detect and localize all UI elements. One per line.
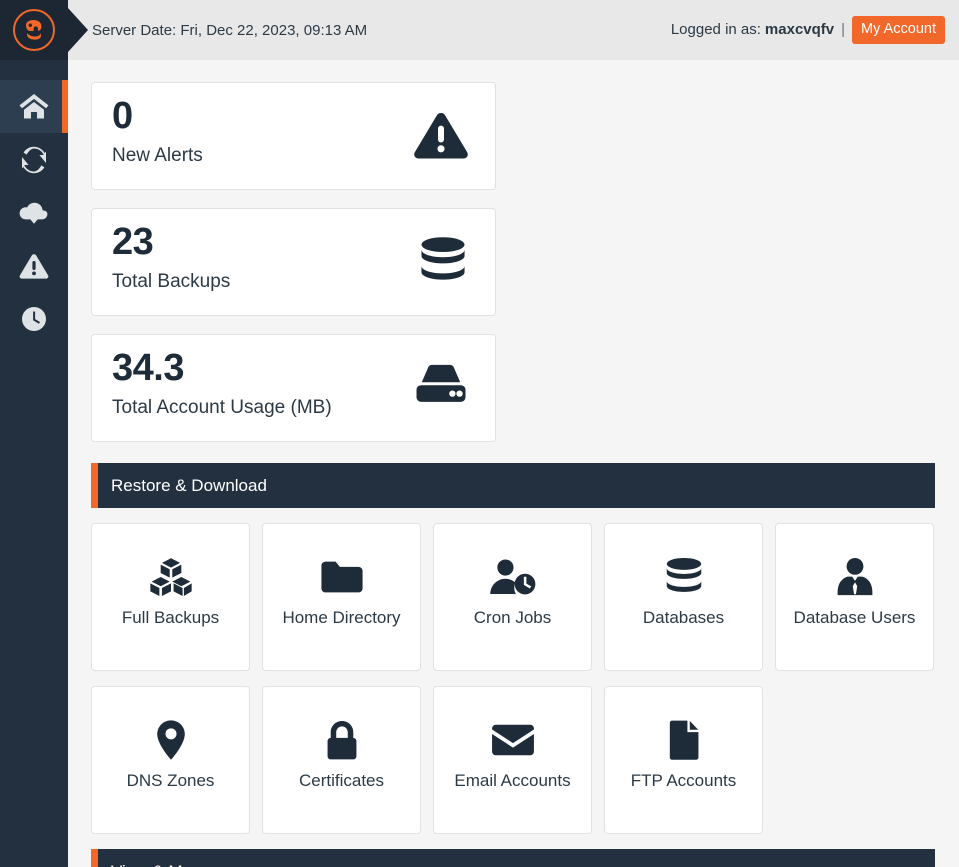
tile-grid-row-2: DNS Zones Certificates Email Accounts FT… bbox=[91, 686, 935, 834]
username-label: maxcvqfv bbox=[764, 21, 835, 39]
section-title: View & Manage bbox=[111, 862, 230, 867]
logged-in-label: Logged in as: bbox=[670, 21, 761, 39]
tile-label: Full Backups bbox=[121, 608, 220, 627]
tile-email-accounts[interactable]: Email Accounts bbox=[433, 686, 592, 834]
application-root: Server Date: Fri, Dec 22, 2023, 09:13 AM… bbox=[0, 0, 959, 867]
tile-label: Cron Jobs bbox=[473, 608, 552, 627]
stat-value: 0 bbox=[112, 95, 133, 137]
warning-triangle-icon bbox=[413, 110, 469, 165]
beaver-logo-icon bbox=[13, 9, 55, 51]
tile-dns-zones[interactable]: DNS Zones bbox=[91, 686, 250, 834]
home-icon bbox=[19, 93, 49, 120]
section-header: View & Manage bbox=[91, 849, 935, 867]
section-header: Restore & Download bbox=[91, 463, 935, 508]
sidebar-item-restore[interactable] bbox=[0, 133, 68, 186]
stat-text: 34.3 Total Account Usage (MB) bbox=[112, 349, 332, 419]
tile-databases[interactable]: Databases bbox=[604, 523, 763, 671]
hard-drive-icon bbox=[413, 362, 469, 411]
app-logo[interactable] bbox=[0, 0, 88, 60]
tile-label: Database Users bbox=[793, 608, 916, 627]
stat-label: New Alerts bbox=[112, 144, 203, 166]
tile-full-backups[interactable]: Full Backups bbox=[91, 523, 250, 671]
sidebar-item-download[interactable] bbox=[0, 186, 68, 239]
tile-label: Home Directory bbox=[282, 608, 401, 627]
tile-database-users[interactable]: Database Users bbox=[775, 523, 934, 671]
tile-label: Email Accounts bbox=[454, 771, 571, 790]
server-date-label: Server Date: Fri, Dec 22, 2023, 09:13 AM bbox=[92, 21, 368, 39]
sidebar bbox=[0, 0, 88, 867]
stat-card-account-usage: 34.3 Total Account Usage (MB) bbox=[91, 334, 496, 442]
stat-value: 23 bbox=[112, 221, 154, 263]
sidebar-item-history[interactable] bbox=[0, 292, 68, 345]
separator: | bbox=[841, 21, 846, 39]
stat-card-total-backups: 23 Total Backups bbox=[91, 208, 496, 316]
user-clock-icon bbox=[489, 554, 537, 600]
sync-refresh-icon bbox=[20, 146, 48, 174]
section-restore-download: Restore & Download Full Backups Home Dir… bbox=[91, 463, 935, 834]
map-marker-icon bbox=[155, 717, 187, 763]
section-view-manage: View & Manage bbox=[91, 849, 935, 867]
file-icon bbox=[668, 717, 700, 763]
folder-icon bbox=[320, 554, 364, 600]
topbar-account-area: Logged in as: maxcvqfv | My Account bbox=[671, 16, 945, 44]
sidebar-nav bbox=[0, 60, 68, 345]
tile-cron-jobs[interactable]: Cron Jobs bbox=[433, 523, 592, 671]
cloud-download-icon bbox=[19, 201, 49, 225]
logo-arrow-decoration bbox=[68, 8, 88, 52]
warning-triangle-icon bbox=[19, 253, 49, 279]
tile-label: Certificates bbox=[298, 771, 385, 790]
clock-icon bbox=[21, 306, 47, 332]
stat-label: Total Account Usage (MB) bbox=[112, 396, 332, 418]
topbar: Server Date: Fri, Dec 22, 2023, 09:13 AM… bbox=[68, 0, 959, 60]
database-icon bbox=[663, 554, 705, 600]
stat-text: 23 Total Backups bbox=[112, 223, 230, 293]
tile-grid-row-1: Full Backups Home Directory Cron Jobs Da… bbox=[91, 523, 935, 671]
stat-label: Total Backups bbox=[112, 270, 231, 292]
stat-card-group: 0 New Alerts 23 Total Backups 34.3 Total… bbox=[91, 82, 935, 442]
envelope-icon bbox=[490, 717, 536, 763]
dashboard-content: 0 New Alerts 23 Total Backups 34.3 Total… bbox=[68, 60, 959, 867]
sidebar-item-home[interactable] bbox=[0, 80, 68, 133]
tile-ftp-accounts[interactable]: FTP Accounts bbox=[604, 686, 763, 834]
tile-certificates[interactable]: Certificates bbox=[262, 686, 421, 834]
sidebar-item-alerts[interactable] bbox=[0, 239, 68, 292]
stat-text: 0 New Alerts bbox=[112, 97, 203, 167]
user-tie-icon bbox=[834, 554, 876, 600]
database-icon bbox=[417, 236, 469, 291]
tile-label: FTP Accounts bbox=[630, 771, 737, 790]
tile-label: DNS Zones bbox=[126, 771, 215, 790]
tile-label: Databases bbox=[642, 608, 725, 627]
tile-home-directory[interactable]: Home Directory bbox=[262, 523, 421, 671]
main-column: Server Date: Fri, Dec 22, 2023, 09:13 AM… bbox=[68, 0, 959, 867]
section-title: Restore & Download bbox=[111, 475, 267, 495]
cubes-icon bbox=[149, 554, 193, 600]
stat-value: 34.3 bbox=[112, 347, 184, 389]
stat-card-new-alerts: 0 New Alerts bbox=[91, 82, 496, 190]
my-account-button[interactable]: My Account bbox=[852, 16, 945, 44]
lock-icon bbox=[323, 717, 361, 763]
